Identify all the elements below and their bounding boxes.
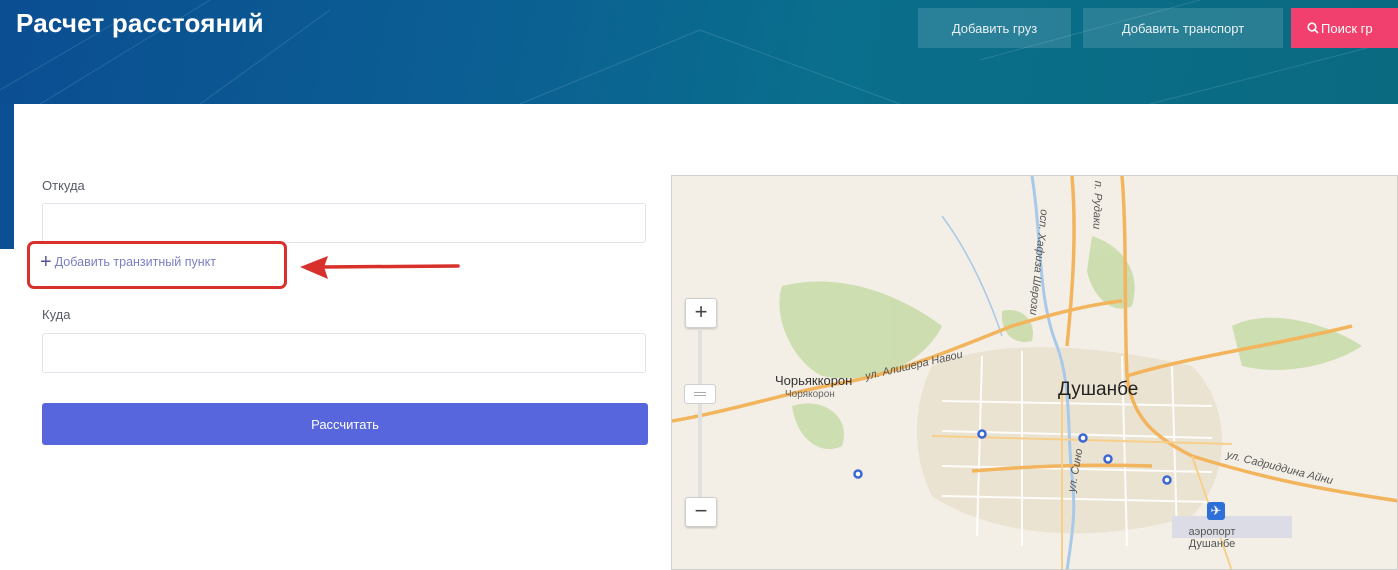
zoom-slider-handle[interactable] — [684, 384, 716, 404]
map-label-district: Чорьяккорон — [775, 373, 853, 388]
to-input[interactable] — [42, 333, 646, 373]
zoom-slider-track[interactable] — [698, 330, 702, 500]
header-overflow-strip — [0, 104, 14, 249]
arrow-icon — [300, 256, 460, 279]
zoom-out-button[interactable]: − — [685, 497, 717, 527]
search-button-label: Поиск гр — [1321, 21, 1373, 36]
from-label: Откуда — [42, 178, 85, 193]
map-label-city: Душанбе — [1058, 379, 1139, 400]
to-label: Куда — [42, 307, 71, 322]
zoom-in-button[interactable]: + — [685, 298, 717, 328]
map-label-rudaki: п. Рудаки — [1090, 180, 1104, 230]
add-cargo-button[interactable]: Добавить груз — [918, 8, 1071, 48]
calculate-button[interactable]: Рассчитать — [42, 403, 648, 445]
map-panel[interactable]: осп. Хафиза Шерози п. Рудаки ул. Алишера… — [671, 175, 1398, 570]
search-cargo-button[interactable]: Поиск гр — [1291, 8, 1398, 48]
page-title: Расчет расстояний — [16, 8, 264, 38]
add-transport-button[interactable]: Добавить транспорт — [1083, 8, 1283, 48]
map-label-district-sub: Чорякорон — [785, 389, 835, 400]
search-icon — [1307, 22, 1319, 34]
from-input[interactable] — [42, 203, 646, 243]
highlight-box — [27, 241, 287, 289]
airport-icon: ✈ — [1207, 502, 1225, 520]
page-header: Расчет расстояний Добавить груз Добавить… — [0, 0, 1398, 104]
map-label-airport: аэропорт Душанбе — [1188, 526, 1236, 550]
